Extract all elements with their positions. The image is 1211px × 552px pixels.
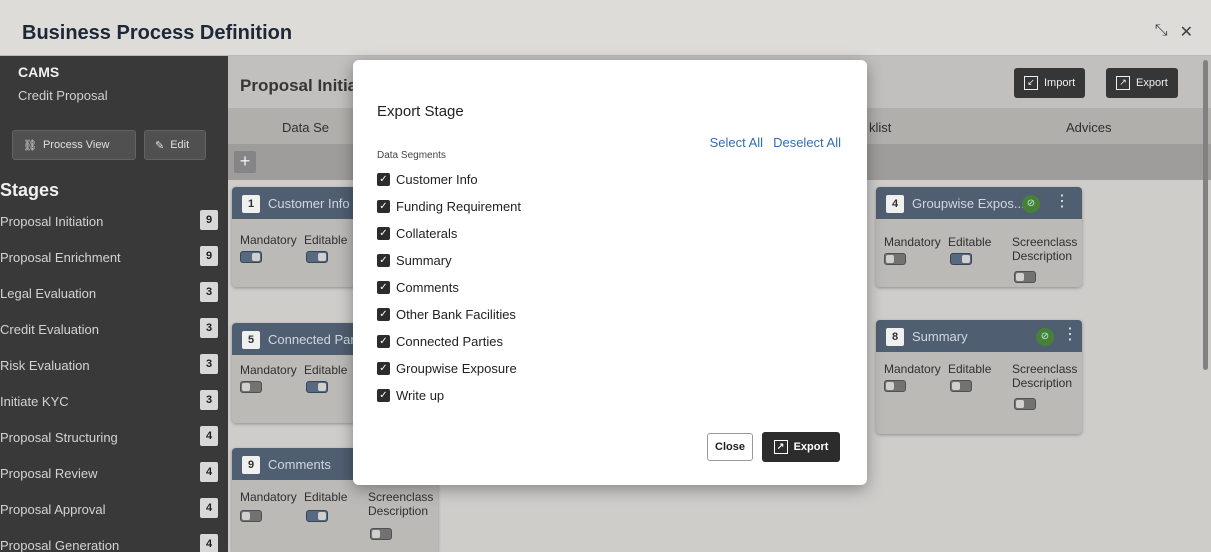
checkbox-checked-icon[interactable]: ✓: [377, 199, 390, 213]
checkbox-checked-icon[interactable]: ✓: [377, 307, 390, 321]
checkbox-checked-icon[interactable]: ✓: [377, 253, 390, 267]
close-button[interactable]: Close: [707, 433, 753, 461]
segment-checkbox-item[interactable]: ✓ Write up: [377, 386, 444, 404]
segment-checkbox-item[interactable]: ✓ Summary: [377, 251, 452, 269]
checkbox-checked-icon[interactable]: ✓: [377, 280, 390, 294]
segment-checkbox-item[interactable]: ✓ Groupwise Exposure: [377, 359, 517, 377]
segment-label: Summary: [396, 252, 452, 268]
segment-label: Write up: [396, 387, 445, 403]
dialog-export-label: Export: [793, 441, 829, 453]
checkbox-checked-icon[interactable]: ✓: [377, 172, 390, 186]
dialog-export-button[interactable]: ↗ Export: [762, 432, 840, 462]
segment-checkbox-item[interactable]: ✓ Connected Parties: [377, 332, 503, 350]
checkbox-checked-icon[interactable]: ✓: [377, 226, 390, 240]
segment-checkbox-item[interactable]: ✓ Customer Info: [377, 170, 478, 188]
segment-label: Groupwise Exposure: [396, 360, 517, 376]
export-icon: ↗: [773, 440, 788, 454]
segment-label: Other Bank Facilities: [396, 306, 516, 322]
export-stage-dialog: Export Stage Select All Deselect All Dat…: [353, 60, 867, 485]
checkbox-checked-icon[interactable]: ✓: [377, 361, 390, 375]
dialog-title: Export Stage: [377, 103, 464, 120]
segment-checkbox-item[interactable]: ✓ Comments: [377, 278, 459, 296]
segment-checkbox-item[interactable]: ✓ Other Bank Facilities: [377, 305, 516, 323]
segment-label: Connected Parties: [396, 333, 503, 349]
segment-label: Customer Info: [396, 171, 478, 187]
segment-label: Comments: [396, 279, 459, 295]
data-segments-heading: Data Segments: [377, 150, 446, 161]
segment-label: Funding Requirement: [396, 198, 522, 214]
checkbox-checked-icon[interactable]: ✓: [377, 388, 390, 402]
segment-checkbox-item[interactable]: ✓ Collaterals: [377, 224, 457, 242]
checkbox-checked-icon[interactable]: ✓: [377, 334, 390, 348]
selection-links: Select All Deselect All: [710, 135, 841, 150]
segment-checkbox-item[interactable]: ✓ Funding Requirement: [377, 197, 521, 215]
deselect-all-link[interactable]: Deselect All: [773, 135, 841, 150]
select-all-link[interactable]: Select All: [710, 135, 763, 150]
segment-label: Collaterals: [396, 225, 458, 241]
